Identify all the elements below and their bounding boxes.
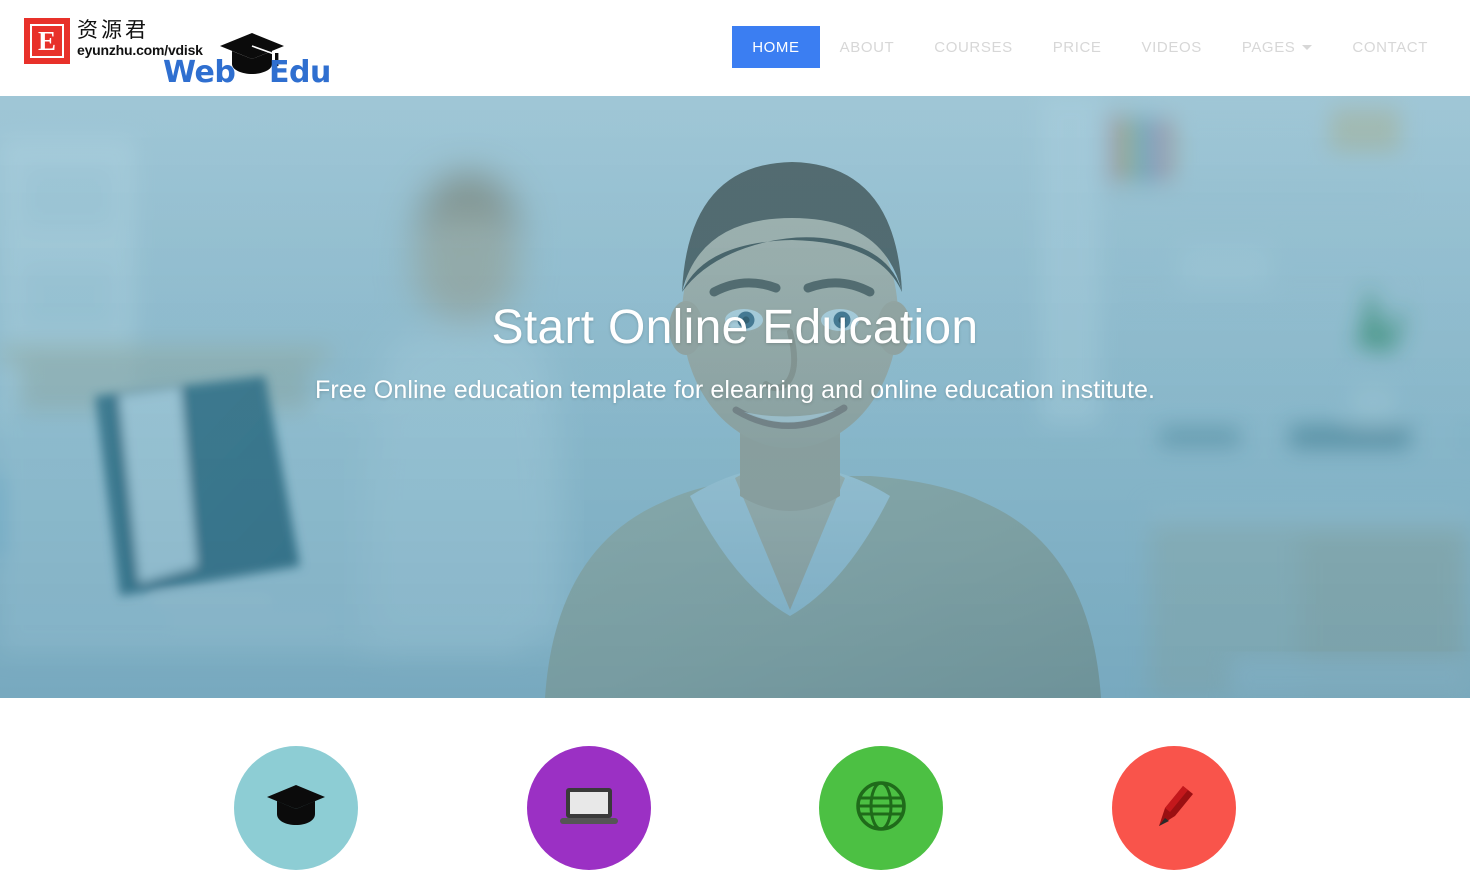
brand-word-right: Edu (269, 55, 331, 90)
nav-label: HOME (752, 38, 800, 56)
nav-item-price[interactable]: PRICE (1033, 26, 1122, 68)
feature-card-graduation[interactable] (234, 746, 358, 870)
globe-icon (855, 780, 907, 837)
feature-card-laptop[interactable] (527, 746, 651, 870)
nav-label: PRICE (1052, 38, 1102, 56)
site-logo[interactable]: Web Edu (163, 33, 343, 89)
nav-label: ABOUT (839, 38, 895, 56)
nav-label: CONTACT (1352, 38, 1428, 56)
nav-label: VIDEOS (1141, 38, 1202, 56)
hero-carousel: Start Online Education Free Online educa… (0, 96, 1470, 698)
site-header: E 资源君 eyunzhu.com/vdisk Web Edu HOME ABO… (0, 0, 1470, 96)
nav-item-videos[interactable]: VIDEOS (1122, 26, 1222, 68)
nav-item-contact[interactable]: CONTACT (1332, 26, 1448, 68)
feature-card-globe[interactable] (819, 746, 943, 870)
watermark-e-logo: E (24, 18, 70, 64)
nav-label: PAGES (1241, 38, 1296, 56)
hero-subtitle: Free Online education template for elear… (314, 376, 1156, 404)
graduation-cap-icon (266, 783, 326, 834)
hero-title: Start Online Education (491, 301, 979, 354)
main-navigation: HOME ABOUT COURSES PRICE VIDEOS PAGES CO… (732, 26, 1448, 68)
laptop-icon (558, 784, 620, 833)
nav-item-about[interactable]: ABOUT (820, 26, 915, 68)
features-row (0, 698, 1470, 870)
chevron-down-icon (1302, 44, 1313, 50)
watermark-e-letter: E (30, 24, 64, 58)
nav-label: COURSES (934, 38, 1013, 56)
features-section (0, 698, 1470, 870)
nav-item-courses[interactable]: COURSES (914, 26, 1032, 68)
pencil-icon (1149, 780, 1199, 837)
hero-content: Start Online Education Free Online educa… (0, 96, 1470, 406)
nav-item-pages[interactable]: PAGES (1222, 26, 1333, 68)
nav-item-home[interactable]: HOME (732, 26, 820, 68)
feature-card-pencil[interactable] (1112, 746, 1236, 870)
